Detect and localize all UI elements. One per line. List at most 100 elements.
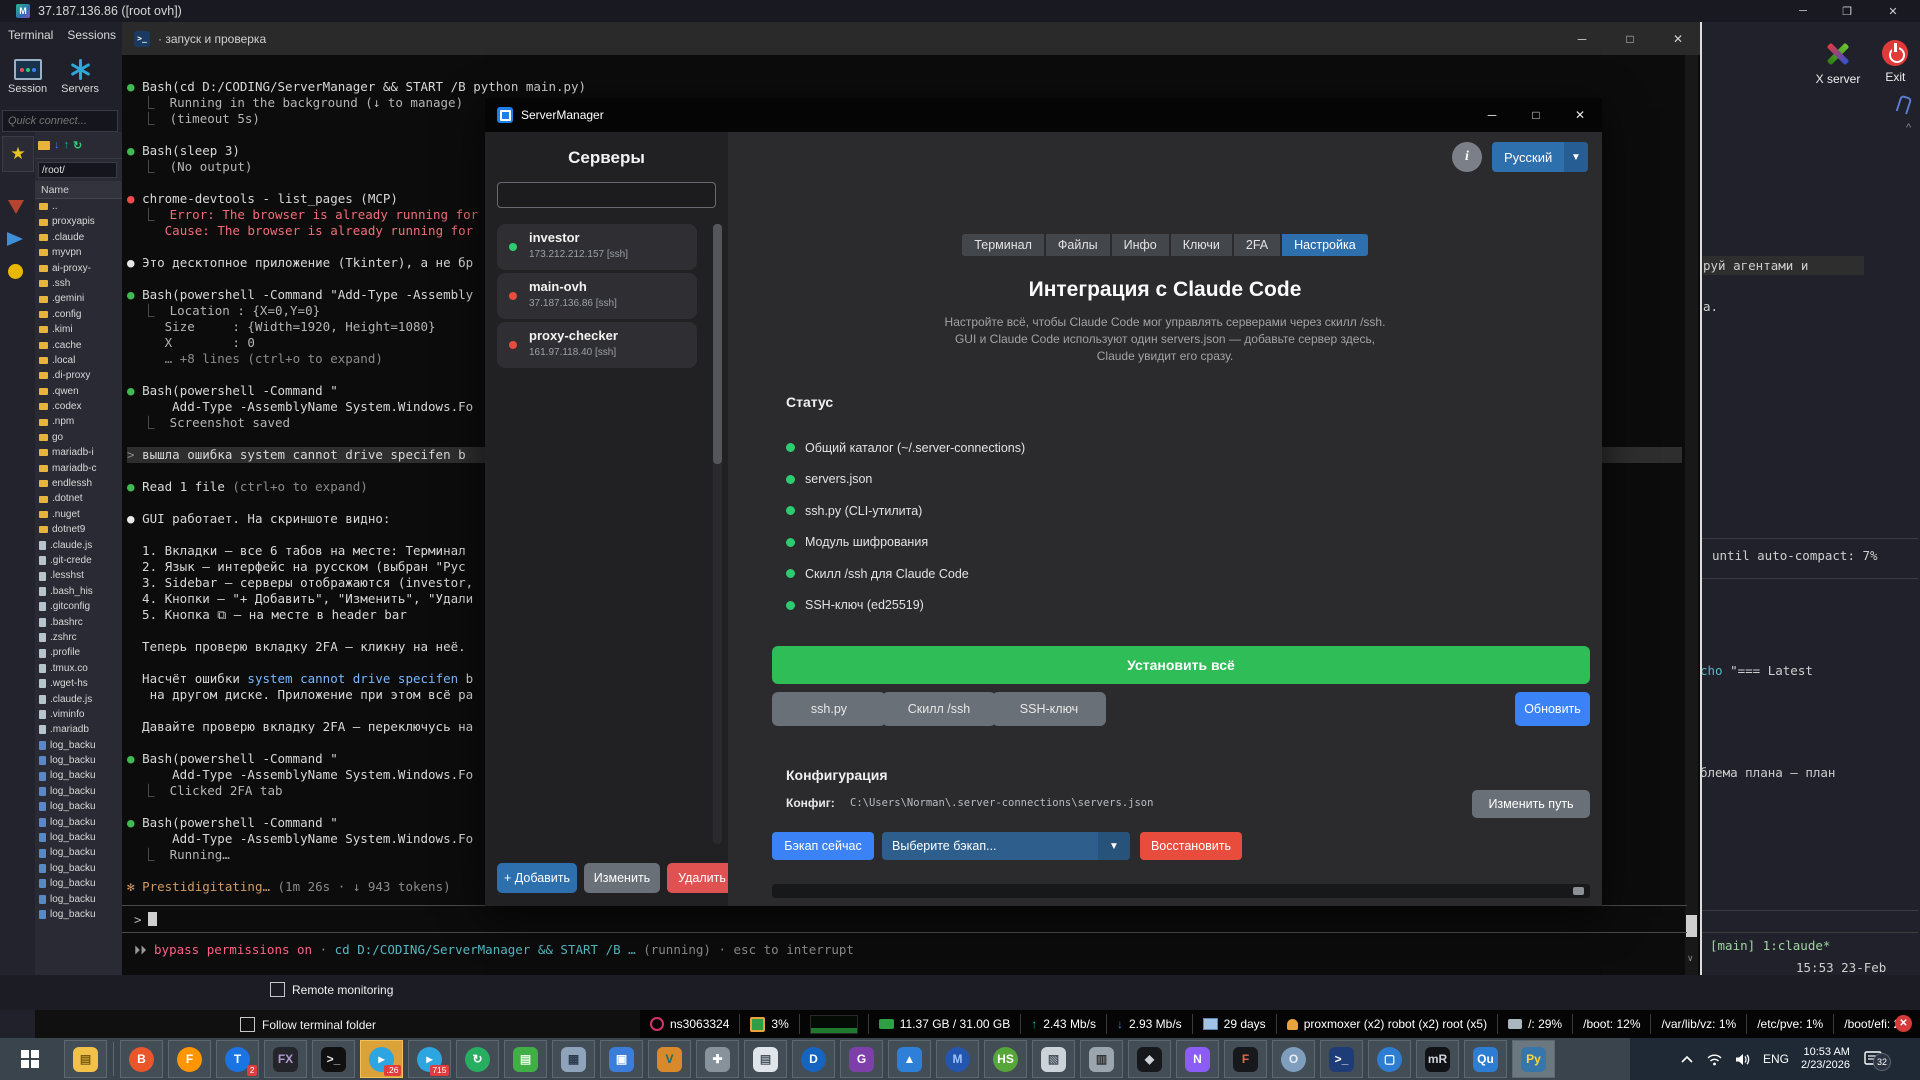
taskbar-app-python-app[interactable]: Py — [1512, 1040, 1555, 1078]
server-list-scrollbar-thumb[interactable] — [713, 224, 722, 464]
file-item[interactable]: log_backu — [35, 784, 122, 799]
bottom-scrollbar-thumb[interactable] — [1573, 887, 1584, 895]
server-search-input[interactable] — [497, 182, 716, 208]
file-item[interactable]: .claude — [35, 230, 122, 245]
restore-button[interactable]: Восстановить — [1140, 832, 1242, 860]
file-item[interactable]: endlessh — [35, 476, 122, 491]
input-language[interactable]: ENG — [1763, 1052, 1789, 1066]
backup-now-button[interactable]: Бэкап сейчас — [772, 832, 874, 860]
file-item[interactable]: log_backu — [35, 799, 122, 814]
scrollbar-up-icon[interactable]: ^ — [1906, 122, 1911, 134]
component-button[interactable]: SSH-ключ — [992, 692, 1106, 726]
sm-close-button[interactable]: ✕ — [1558, 98, 1602, 132]
tab-Настройка[interactable]: Настройка — [1282, 234, 1368, 256]
add-server-button[interactable]: + Добавить — [497, 863, 577, 893]
server-card[interactable]: proxy-checker 161.97.118.40 [ssh] — [497, 322, 697, 368]
file-item[interactable]: .profile — [35, 645, 122, 660]
file-item[interactable]: .dotnet — [35, 491, 122, 506]
file-item[interactable]: .lesshst — [35, 568, 122, 583]
install-all-button[interactable]: Установить всё — [772, 646, 1590, 684]
taskbar-app-vhs-app[interactable]: V — [648, 1040, 691, 1078]
taskbar-app-notes[interactable]: ▤ — [504, 1040, 547, 1078]
window-restore-button[interactable]: ❐ — [1830, 2, 1864, 20]
terminal-scrollbar[interactable]: ∨ — [1685, 55, 1698, 975]
server-list-scrollbar[interactable] — [713, 224, 722, 844]
taskbar-app-mremoteng[interactable]: mR — [1416, 1040, 1459, 1078]
scrollbar-down-icon[interactable]: ∨ — [1687, 953, 1694, 964]
file-item[interactable]: ai-proxy- — [35, 261, 122, 276]
sftp-path-input[interactable] — [38, 162, 117, 178]
file-item[interactable]: .local — [35, 353, 122, 368]
file-item[interactable]: dotnet9 — [35, 522, 122, 537]
server-card[interactable]: main-ovh 37.187.136.86 [ssh] — [497, 273, 697, 319]
favorites-star-icon[interactable]: ★ — [2, 136, 34, 172]
sm-maximize-button[interactable]: □ — [1514, 98, 1558, 132]
refresh-icon[interactable]: ↻ — [73, 139, 82, 152]
file-item[interactable]: log_backu — [35, 876, 122, 891]
tab-Ключи[interactable]: Ключи — [1170, 234, 1232, 256]
file-item[interactable]: .npm — [35, 414, 122, 429]
taskbar-app-mascot[interactable]: M — [936, 1040, 979, 1078]
session-button[interactable]: Session — [8, 48, 47, 106]
window-close-button[interactable]: ✕ — [1876, 2, 1910, 20]
taskbar-app-display[interactable]: ▢ — [1368, 1040, 1411, 1078]
chevron-down-icon[interactable]: ▼ — [1098, 832, 1130, 860]
terminal-maximize-button[interactable]: □ — [1608, 22, 1652, 55]
tab-Файлы[interactable]: Файлы — [1045, 234, 1110, 256]
file-item[interactable]: .tmux.co — [35, 661, 122, 676]
file-item[interactable]: .nuget — [35, 507, 122, 522]
taskbar-app-tools[interactable]: ✚ — [696, 1040, 739, 1078]
file-item[interactable]: mariadb-c — [35, 461, 122, 476]
taskbar-app-firefox[interactable]: F — [168, 1040, 211, 1078]
download-icon[interactable]: ↓ — [54, 139, 60, 151]
file-item[interactable]: log_backu — [35, 845, 122, 860]
taskbar-app-hs-app[interactable]: HS — [984, 1040, 1027, 1078]
file-item[interactable]: .gitconfig — [35, 599, 122, 614]
file-item[interactable]: .git-crede — [35, 553, 122, 568]
speaker-icon[interactable] — [1735, 1053, 1751, 1066]
file-item[interactable]: .gemini — [35, 291, 122, 306]
menu-item[interactable]: Sessions — [67, 28, 116, 42]
file-item[interactable]: log_backu — [35, 815, 122, 830]
file-item[interactable]: .claude.js — [35, 692, 122, 707]
file-item[interactable]: .viminfo — [35, 707, 122, 722]
refresh-button[interactable]: Обновить — [1515, 692, 1590, 726]
taskbar-app-notion-n[interactable]: N — [1176, 1040, 1219, 1078]
terminal-scrollbar-thumb[interactable] — [1686, 915, 1697, 937]
file-item[interactable]: .codex — [35, 399, 122, 414]
taskbar-app-cube[interactable]: ◆ — [1128, 1040, 1171, 1078]
file-item[interactable]: log_backu — [35, 830, 122, 845]
x-server-button[interactable]: X server — [1816, 40, 1860, 110]
taskbar-app-notepad[interactable]: ▤ — [744, 1040, 787, 1078]
file-item[interactable]: .qwen — [35, 384, 122, 399]
chevron-down-icon[interactable]: ▼ — [1564, 142, 1588, 172]
monitoring-close-icon[interactable]: ✕ — [1895, 1015, 1912, 1032]
taskbar-app-sync[interactable]: ↻ — [456, 1040, 499, 1078]
notification-center-button[interactable]: 32 — [1864, 1051, 1891, 1071]
change-path-button[interactable]: Изменить путь — [1472, 790, 1590, 818]
taskbar-app-quicklook[interactable]: Qu — [1464, 1040, 1507, 1078]
component-button[interactable]: ssh.py — [772, 692, 886, 726]
file-item[interactable]: log_backu — [35, 892, 122, 907]
sm-minimize-button[interactable]: ─ — [1470, 98, 1514, 132]
bottom-scrollbar[interactable] — [772, 884, 1590, 898]
taskbar-app-cmd[interactable]: >_ — [312, 1040, 355, 1078]
file-item[interactable]: .. — [35, 199, 122, 214]
macro-tool-icon[interactable] — [8, 264, 23, 279]
taskbar-app-gitea[interactable]: G — [840, 1040, 883, 1078]
file-item[interactable]: .di-proxy — [35, 368, 122, 383]
taskbar-app-thunderbird[interactable]: T2 — [216, 1040, 259, 1078]
file-item[interactable]: myvpn — [35, 245, 122, 260]
taskbar-app-brave[interactable]: B — [120, 1040, 163, 1078]
file-item[interactable]: .zshrc — [35, 630, 122, 645]
tab-Инфо[interactable]: Инфо — [1111, 234, 1169, 256]
folder-up-icon[interactable] — [38, 140, 50, 150]
delete-server-button[interactable]: Удалить — [667, 863, 728, 893]
taskbar-app-telegram-work[interactable]: ▸ .26 — [360, 1040, 403, 1078]
file-item[interactable]: go — [35, 430, 122, 445]
taskbar-app-dbeaver[interactable]: D — [792, 1040, 835, 1078]
upload-icon[interactable]: ↑ — [64, 139, 70, 151]
file-item[interactable]: .mariadb — [35, 722, 122, 737]
taskbar-app-calculator[interactable]: ▦ — [552, 1040, 595, 1078]
taskbar-app-screenshots[interactable]: ▧ — [1032, 1040, 1075, 1078]
